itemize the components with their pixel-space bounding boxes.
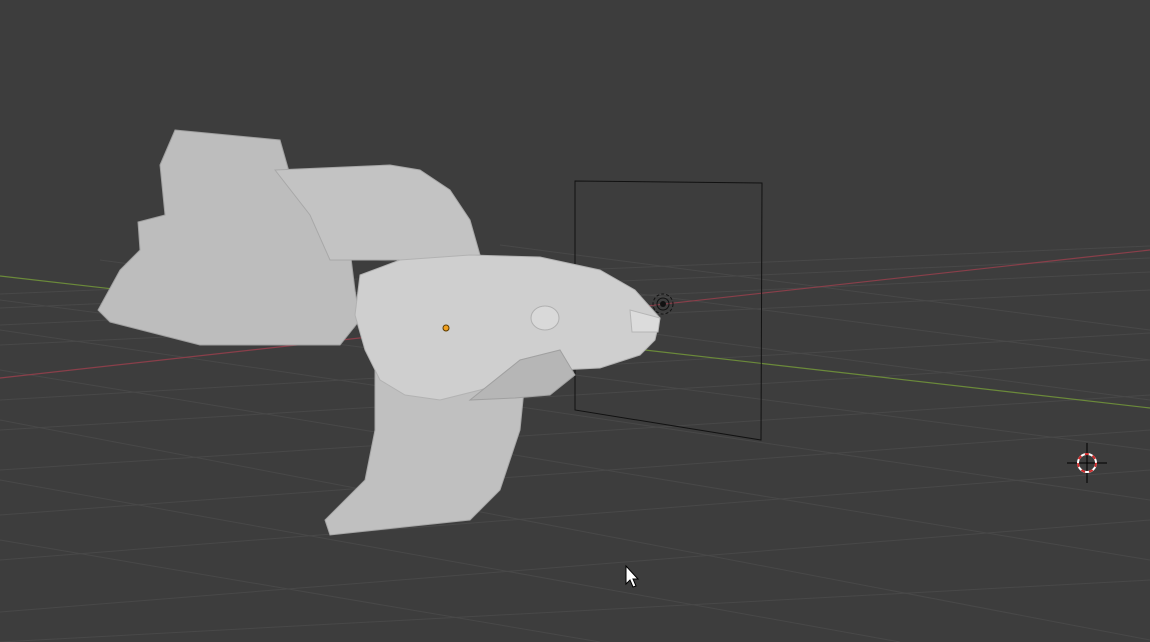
3d-cursor-icon[interactable] — [1067, 443, 1107, 483]
object-origin-dot[interactable] — [442, 324, 450, 332]
mouse-pointer-icon — [625, 564, 640, 588]
3d-viewport[interactable] — [0, 0, 1150, 642]
viewport-canvas[interactable] — [0, 0, 1150, 642]
fish-mesh[interactable] — [97, 129, 661, 536]
